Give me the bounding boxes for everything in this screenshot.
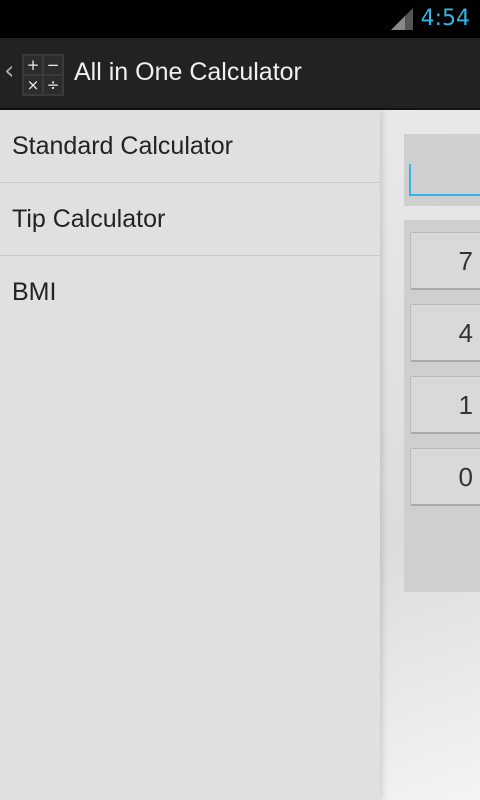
key-4[interactable]: 4 <box>410 304 480 362</box>
calculator-content: 7 4 1 0 <box>380 110 480 800</box>
key-7[interactable]: 7 <box>410 232 480 290</box>
clock: 4:54 <box>420 6 470 31</box>
signal-icon <box>391 8 413 30</box>
status-bar: 4:54 <box>0 0 480 38</box>
minus-icon: − <box>43 55 63 75</box>
drawer-item-standard-calculator[interactable]: Standard Calculator <box>0 110 380 183</box>
navigation-drawer: Standard Calculator Tip Calculator BMI <box>0 110 380 800</box>
key-1[interactable]: 1 <box>410 376 480 434</box>
key-0[interactable]: 0 <box>410 448 480 506</box>
display-panel <box>404 134 480 206</box>
back-chevron-icon[interactable]: ‹ <box>4 56 14 86</box>
plus-icon: + <box>23 55 43 75</box>
drawer-item-bmi[interactable]: BMI <box>0 256 380 329</box>
divide-icon: ÷ <box>43 75 63 95</box>
drawer-item-tip-calculator[interactable]: Tip Calculator <box>0 183 380 256</box>
keypad-panel: 7 4 1 0 <box>404 220 480 592</box>
app-title: All in One Calculator <box>74 58 302 86</box>
action-bar: ‹ + − × ÷ All in One Calculator <box>0 38 480 110</box>
display-input[interactable] <box>409 164 480 196</box>
app-icon[interactable]: + − × ÷ <box>22 54 64 96</box>
times-icon: × <box>23 75 43 95</box>
